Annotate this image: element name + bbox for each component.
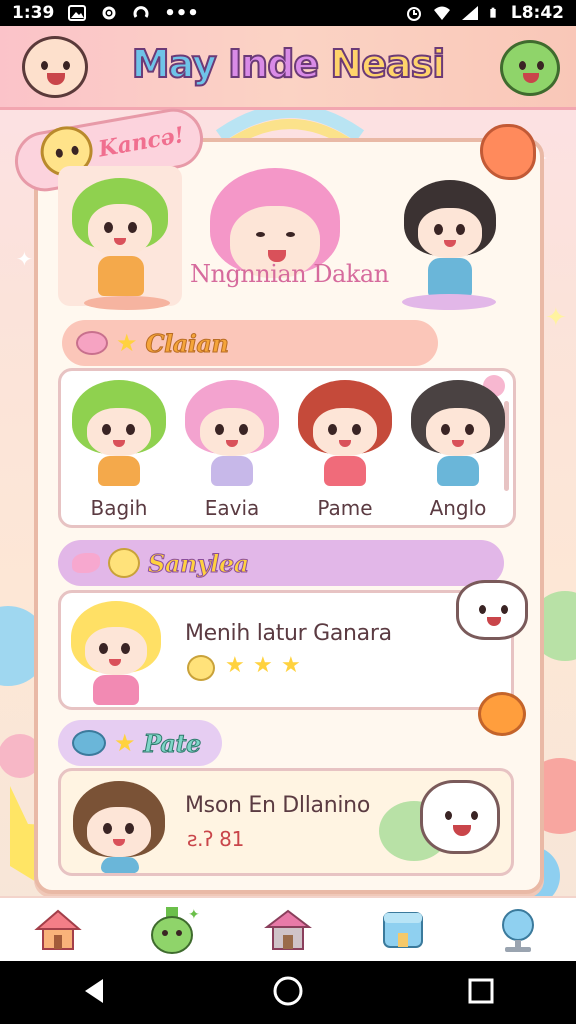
sun-face-icon	[108, 548, 140, 578]
section-sample-header[interactable]: Sanylea	[58, 540, 504, 586]
svg-text:✦: ✦	[545, 303, 567, 333]
pate-item-meta: ƨ.ʔ 81	[187, 827, 244, 851]
star-icon: ★	[253, 653, 273, 678]
app-screen: ✦ ✦ ✦ ✦ May Inde Neasi Kancə!	[0, 26, 576, 961]
character-avatar	[185, 380, 279, 488]
star-icon: ★	[114, 729, 136, 757]
status-clock-right: L8:42	[510, 3, 564, 23]
app-title: May Inde Neasi	[131, 41, 447, 87]
star-icon: ★	[225, 653, 245, 678]
bird-icon	[72, 553, 100, 573]
fruit-sticker-icon	[478, 692, 526, 736]
character-tile[interactable]: Bagih	[64, 380, 174, 520]
pate-item-title: Mson En Dllanino	[185, 793, 370, 818]
house-icon	[264, 909, 312, 950]
star-icon: ★	[281, 653, 301, 678]
bottle-pet-icon: ✦	[150, 906, 200, 954]
more-icon: •••	[164, 2, 199, 24]
character-tile[interactable]: Pame	[290, 380, 400, 520]
character-tile[interactable]: Anglo	[403, 380, 513, 520]
home-button[interactable]	[272, 975, 304, 1011]
section-pate-label: Pate	[143, 728, 202, 758]
sample-item-card[interactable]: Menih latur Ganara ★ ★ ★	[58, 590, 514, 710]
wifi-icon	[433, 6, 450, 20]
battery-icon	[490, 7, 496, 18]
character-name: Anglo	[429, 496, 487, 520]
nav-box[interactable]	[363, 900, 443, 960]
bear-face-icon	[456, 580, 528, 640]
section-sample-label: Sanylea	[148, 548, 250, 578]
home-icon	[33, 909, 82, 950]
back-triangle-icon	[85, 978, 104, 1003]
settings-icon	[102, 6, 116, 20]
section-class-header[interactable]: ★ Claian	[62, 320, 438, 366]
home-circle-icon	[273, 976, 303, 1005]
svg-text:✦: ✦	[188, 907, 200, 923]
recents-square-icon	[468, 978, 494, 1003]
frog-face-icon[interactable]	[500, 40, 560, 96]
section-pate-header[interactable]: ★ Pate	[58, 720, 222, 766]
gallery-icon	[68, 5, 87, 21]
status-bar: 1:39 ••• L8:42	[0, 0, 576, 26]
section-class-label: Claian	[145, 328, 229, 358]
class-character-row: Bagih Eavia Pame Anglo	[64, 376, 510, 524]
box-icon	[383, 911, 424, 948]
status-time: 1:39	[12, 3, 55, 23]
nav-house[interactable]	[248, 900, 328, 960]
hero-character-green[interactable]	[72, 178, 168, 308]
nav-pet[interactable]: ✦	[133, 900, 213, 960]
nav-home[interactable]	[18, 900, 98, 960]
star-icon: ★	[116, 329, 138, 357]
hero-section[interactable]	[58, 166, 528, 338]
blob-face-icon	[76, 331, 108, 355]
character-name: Eavia	[204, 496, 260, 520]
globe-icon	[502, 908, 535, 952]
character-name: Pame	[317, 496, 373, 520]
character-avatar	[411, 380, 505, 488]
app-header: May Inde Neasi	[0, 26, 576, 110]
nav-globe[interactable]	[478, 900, 558, 960]
back-button[interactable]	[81, 977, 109, 1009]
recents-button[interactable]	[467, 977, 495, 1009]
alarm-icon	[406, 7, 421, 21]
hero-featured-name: Nngnnian Dakan	[190, 260, 389, 288]
character-tile[interactable]: Eavia	[177, 380, 287, 520]
seal-face-icon	[420, 780, 500, 854]
sync-icon	[133, 6, 149, 18]
character-name: Bagih	[90, 496, 148, 520]
character-avatar	[298, 380, 392, 488]
pate-item-avatar	[73, 781, 165, 873]
sample-item-avatar	[71, 601, 161, 705]
sample-item-title: Menih latur Ganara	[185, 621, 392, 646]
badge-label: Kancə!	[96, 121, 187, 163]
signal-icon	[461, 6, 478, 20]
svg-text:✦: ✦	[16, 247, 33, 271]
hero-right-shadow	[402, 294, 496, 310]
blue-blob-icon	[72, 730, 106, 756]
character-avatar	[72, 380, 166, 488]
sun-small-icon	[187, 655, 215, 681]
android-nav-bar	[0, 961, 576, 1024]
hero-left-shadow	[84, 296, 170, 310]
bottom-nav: ✦	[0, 896, 576, 961]
hero-character-dark[interactable]	[404, 180, 496, 310]
